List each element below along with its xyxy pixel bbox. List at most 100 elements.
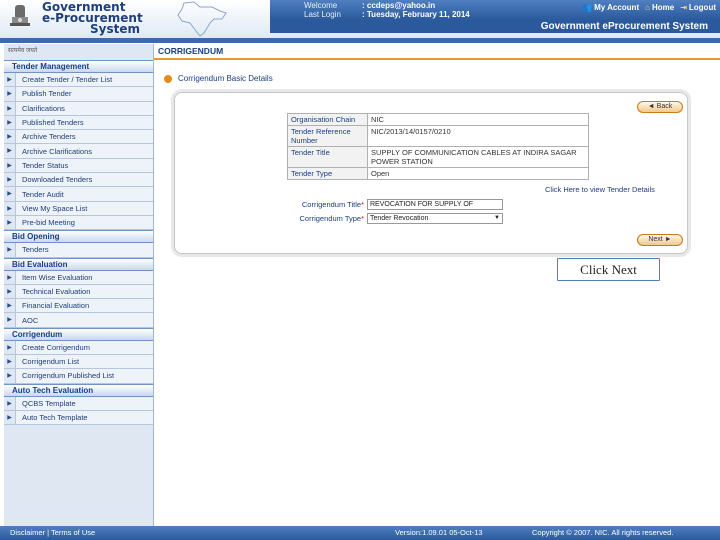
site-title: Government e-Procurement System xyxy=(42,1,143,36)
sidebar-item[interactable]: ▶ Tenders xyxy=(4,243,153,258)
sidebar-item[interactable]: ▶ Technical Evaluation xyxy=(4,284,153,300)
sidebar-item-label: Archive Tenders xyxy=(22,132,76,142)
click-next-callout: Click Next xyxy=(557,258,660,281)
sidebar-item[interactable]: ▶ AOC xyxy=(4,313,153,328)
sidebar-item-label: View My Space List xyxy=(22,203,88,213)
my-account-link[interactable]: 👥 My Account xyxy=(582,3,639,12)
table-row: Organisation Chain NIC xyxy=(287,113,589,126)
sidebar-item-label: AOC xyxy=(22,315,39,325)
arrow-right-icon: ▶ xyxy=(4,187,16,201)
corrigendum-title-label: Corrigendum Title* xyxy=(301,200,364,209)
chevron-down-icon: ▼ xyxy=(494,215,500,221)
sidebar-item-label: Published Tenders xyxy=(22,118,84,128)
sidebar-item[interactable]: ▶ Clarifications xyxy=(4,101,153,116)
sidebar-item[interactable]: ▶ Financial Evaluation xyxy=(4,299,153,314)
sidebar-item-label: Tenders xyxy=(22,245,49,255)
last-login-label: Last Login xyxy=(304,10,341,19)
arrow-right-icon: ▶ xyxy=(4,101,16,115)
table-row: Tender Reference Number NIC/2013/14/0157… xyxy=(287,125,589,147)
arrow-right-icon: ▶ xyxy=(4,299,16,313)
sidebar-section-heading: Bid Opening xyxy=(4,230,153,244)
arrow-right-icon: ▶ xyxy=(4,201,16,215)
back-button[interactable]: ◄ Back xyxy=(637,101,683,113)
welcome-label: Welcome xyxy=(304,1,338,10)
sidebar-item-label: Financial Evaluation xyxy=(22,301,90,311)
sidebar-item[interactable]: ▶ Archive Tenders xyxy=(4,130,153,145)
sidebar-item[interactable]: ▶ Create Corrigendum xyxy=(4,340,153,356)
account-icon: 👥 xyxy=(582,3,593,12)
user-bar: Welcome : ccdeps@yahoo.in Last Login : T… xyxy=(270,0,720,20)
sidebar-item[interactable]: ▶ View My Space List xyxy=(4,201,153,216)
info-key: Organisation Chain xyxy=(287,113,368,126)
sidebar-item-label: Auto Tech Template xyxy=(22,413,88,423)
logout-link[interactable]: ⇥ Logout xyxy=(680,3,716,12)
arrow-right-icon: ▶ xyxy=(4,87,16,101)
sidebar-logo-area: सत्यमेव जयते xyxy=(8,48,38,54)
sidebar-section-heading: Corrigendum xyxy=(4,327,153,341)
sidebar-section-heading: Auto Tech Evaluation xyxy=(4,383,153,397)
arrow-right-icon: ▶ xyxy=(4,243,16,257)
sidebar-item[interactable]: ▶ Create Tender / Tender List xyxy=(4,73,153,88)
info-key: Tender Type xyxy=(287,167,368,180)
sidebar-item-label: Item Wise Evaluation xyxy=(22,272,93,282)
info-key: Tender Title xyxy=(287,146,368,168)
sidebar-item[interactable]: ▶ Archive Clarifications xyxy=(4,144,153,159)
sidebar-item[interactable]: ▶ Tender Status xyxy=(4,158,153,174)
sidebar-item[interactable]: ▶ Published Tenders xyxy=(4,115,153,131)
tender-info-table: Organisation Chain NIC Tender Reference … xyxy=(287,113,589,180)
footer: Disclaimer | Terms of Use Version:1.09.0… xyxy=(0,526,720,540)
main-content: CORRIGENDUM Corrigendum Basic Details ◄ … xyxy=(154,44,720,526)
arrow-right-icon: ▶ xyxy=(4,284,16,299)
corrigendum-type-value: Tender Revocation xyxy=(370,215,429,222)
sidebar-item[interactable]: ▶ Tender Audit xyxy=(4,187,153,202)
footer-links[interactable]: Disclaimer | Terms of Use xyxy=(10,528,95,537)
sidebar-item[interactable]: ▶ Publish Tender xyxy=(4,87,153,102)
sidebar-menu: Tender Management ▶ Create Tender / Tender… xyxy=(4,60,153,426)
national-emblem-icon xyxy=(10,5,30,26)
sidebar-item-label: Clarifications xyxy=(22,103,65,113)
sidebar-item[interactable]: ▶ Corrigendum List xyxy=(4,355,153,370)
sidebar-item[interactable]: ▶ Corrigendum Published List xyxy=(4,369,153,384)
arrow-right-icon: ▶ xyxy=(4,355,16,369)
sidebar-item[interactable]: ▶ Pre-bid Meeting xyxy=(4,215,153,231)
arrow-right-icon: ▶ xyxy=(4,396,16,410)
info-value: Open xyxy=(367,167,589,180)
sidebar: सत्यमेव जयते Tender Management ▶ Create Te… xyxy=(4,44,154,526)
corrigendum-type-label: Corrigendum Type* xyxy=(299,214,364,223)
section-title-text: Corrigendum Basic Details xyxy=(178,74,273,83)
home-label: Home xyxy=(651,3,675,12)
india-map-icon xyxy=(177,1,227,37)
info-value: NIC xyxy=(367,113,589,126)
system-name: Government eProcurement System xyxy=(270,20,720,33)
logout-label: Logout xyxy=(688,3,716,12)
sidebar-item[interactable]: ▶ Downloaded Tenders xyxy=(4,173,153,188)
corrigendum-type-select[interactable]: Tender Revocation ▼ xyxy=(367,213,503,224)
view-tender-details-link[interactable]: Click Here to view Tender Details xyxy=(545,185,655,194)
version-text: Version:1.09.01 05-Oct-13 xyxy=(395,528,483,537)
site-title-line: System xyxy=(90,22,140,36)
sidebar-item-label: Corrigendum Published List xyxy=(22,371,115,381)
sidebar-section-heading: Tender Management xyxy=(4,60,153,73)
corrigendum-title-input[interactable]: REVOCATION FOR SUPPLY OF COMMUN xyxy=(367,199,503,210)
home-link[interactable]: ⌂ Home xyxy=(645,3,674,12)
table-row: Tender Title SUPPLY OF COMMUNICATION CAB… xyxy=(287,146,589,168)
info-key: Tender Reference Number xyxy=(287,125,368,147)
logout-icon: ⇥ xyxy=(680,3,687,12)
arrow-right-icon: ▶ xyxy=(4,410,16,425)
sidebar-item-label: Tender Status xyxy=(22,160,69,170)
next-button[interactable]: Next ► xyxy=(637,234,683,246)
arrow-right-icon: ▶ xyxy=(4,158,16,173)
sidebar-item-label: QCBS Template xyxy=(22,398,76,408)
sidebar-item-label: Downloaded Tenders xyxy=(22,175,93,185)
sidebar-item[interactable]: ▶ QCBS Template xyxy=(4,396,153,411)
my-account-label: My Account xyxy=(594,3,640,12)
arrow-right-icon: ▶ xyxy=(4,270,16,284)
sidebar-item[interactable]: ▶ Item Wise Evaluation xyxy=(4,270,153,285)
sidebar-item[interactable]: ▶ Auto Tech Template xyxy=(4,410,153,426)
section-title: Corrigendum Basic Details xyxy=(164,74,273,83)
corrigendum-title-row: Corrigendum Title* REVOCATION FOR SUPPLY… xyxy=(285,199,503,210)
arrow-right-icon: ▶ xyxy=(4,73,16,87)
corrigendum-type-row: Corrigendum Type* Tender Revocation ▼ xyxy=(285,213,503,224)
arrow-right-icon: ▶ xyxy=(4,215,16,230)
arrow-right-icon: ▶ xyxy=(4,173,16,187)
